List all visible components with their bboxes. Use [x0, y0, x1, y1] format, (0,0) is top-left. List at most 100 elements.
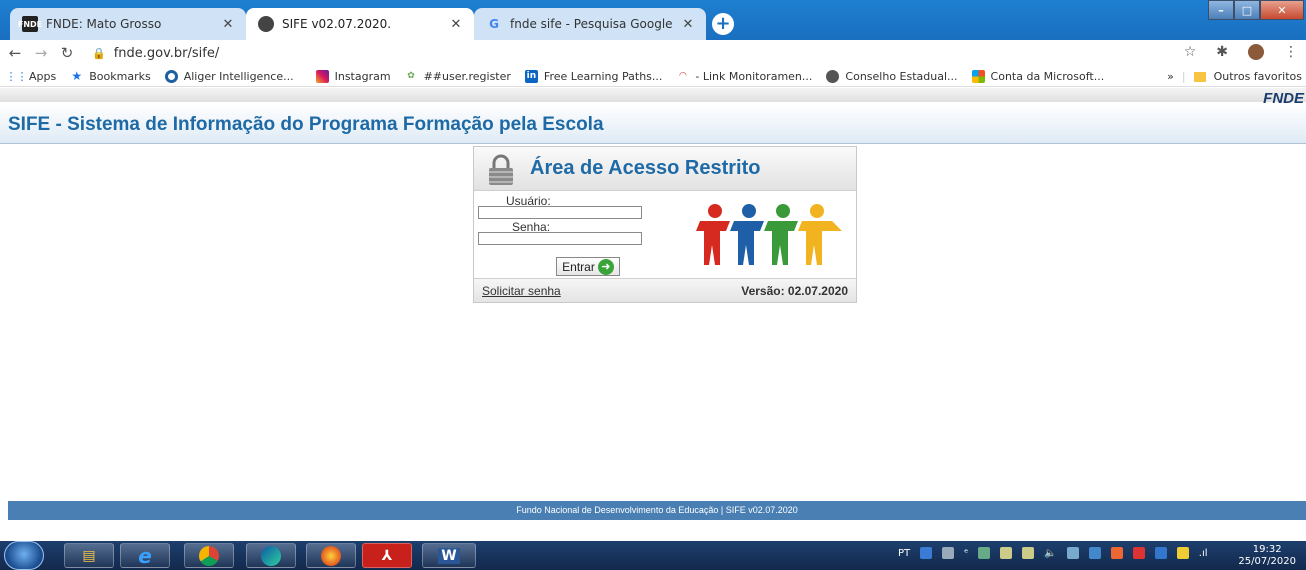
other-bookmarks[interactable]: Outros favoritos [1214, 70, 1302, 83]
globe-icon [826, 69, 840, 83]
avatar[interactable] [1248, 44, 1264, 60]
bookmark-label: - Link Monitoramen... [695, 69, 813, 83]
forward-icon[interactable]: → [30, 44, 52, 62]
fnde-favicon-icon: FNDE [18, 16, 42, 32]
star-icon[interactable]: ☆ [1184, 44, 1197, 60]
person-green-icon [764, 204, 798, 265]
tray-icon[interactable]: ᵉ [964, 548, 968, 559]
volume-icon[interactable]: 🔈 [1044, 548, 1056, 559]
instagram-icon [315, 69, 329, 83]
bookmark-bookmarks[interactable]: ★ Bookmarks [70, 69, 151, 83]
tray-icon[interactable] [1132, 547, 1145, 559]
clock[interactable]: 19:32 25/07/2020 [1238, 544, 1296, 568]
username-input[interactable] [478, 206, 642, 219]
internet-explorer-icon[interactable]: e [120, 543, 170, 568]
version-label: Versão: 02.07.2020 [741, 284, 848, 298]
bookmark-label: Conta da Microsoft... [990, 69, 1105, 83]
apps-grid-icon: ⋮⋮ [5, 69, 28, 83]
more-bookmarks-icon[interactable]: » [1167, 70, 1174, 83]
tray-icon[interactable] [1022, 547, 1035, 559]
arrow-right-icon: ➜ [597, 258, 614, 275]
bookmark-user-register[interactable]: ✿ ##user.register [405, 70, 511, 83]
tray-icon[interactable] [978, 547, 991, 559]
request-password-link[interactable]: Solicitar senha [482, 284, 561, 298]
system-tray: PT ᵉ 🔈 .ıl [898, 547, 1208, 559]
login-footer: Solicitar senha Versão: 02.07.2020 [474, 278, 856, 302]
acrobat-icon[interactable]: ⅄ [362, 543, 412, 568]
address-bar: ← → ↻ 🔒 fnde.gov.br/sife/ ☆ ✱ ⋮ [0, 40, 1306, 66]
close-window-button[interactable]: ✕ [1260, 0, 1304, 20]
login-title: Área de Acesso Restrito [530, 157, 761, 179]
login-panel: Área de Acesso Restrito Usuário: Senha: … [473, 146, 857, 303]
padlock-icon [489, 154, 513, 185]
edge-icon[interactable] [246, 543, 296, 568]
bookmark-aliger[interactable]: Aliger Intelligence... [164, 69, 294, 83]
tab-title: SIFE v02.07.2020. [282, 17, 392, 31]
tray-icon[interactable] [1176, 547, 1189, 559]
bookmark-microsoft[interactable]: Conta da Microsoft... [971, 69, 1105, 83]
chrome-icon[interactable] [184, 543, 234, 568]
close-icon[interactable]: ✕ [220, 17, 236, 32]
language-indicator[interactable]: PT [898, 548, 910, 559]
close-icon[interactable]: ✕ [448, 17, 464, 32]
minimize-button[interactable]: – [1208, 0, 1234, 20]
bookmark-apps[interactable]: ⋮⋮ Apps [5, 69, 57, 83]
maximize-button[interactable]: □ [1234, 0, 1260, 20]
network-icon[interactable]: .ıl [1199, 548, 1208, 559]
login-button[interactable]: Entrar ➜ [556, 257, 620, 276]
tray-icon[interactable] [942, 547, 955, 559]
google-favicon-icon: G [489, 17, 499, 31]
clock-date: 25/07/2020 [1238, 556, 1296, 567]
person-yellow-icon [798, 204, 842, 265]
signal-icon: ◠ [678, 71, 687, 81]
bookmark-linkedin[interactable]: in Free Learning Paths... [524, 69, 663, 83]
menu-icon[interactable]: ⋮ [1284, 44, 1298, 60]
tray-icon[interactable] [920, 547, 933, 559]
people-logo [696, 204, 842, 265]
tab-title: fnde sife - Pesquisa Google [510, 17, 673, 31]
close-icon[interactable]: ✕ [680, 17, 696, 32]
file-explorer-icon[interactable]: ▤ [64, 543, 114, 568]
word-icon[interactable]: W [422, 543, 476, 568]
browser-tab-strip: FNDE FNDE: Mato Grosso ✕ SIFE v02.07.202… [0, 0, 1306, 40]
lock-icon[interactable]: 🔒 [92, 47, 106, 60]
tray-icon[interactable] [1066, 547, 1079, 559]
tray-icon[interactable] [1154, 547, 1167, 559]
bookmark-label: Bookmarks [89, 69, 151, 83]
person-red-icon [696, 204, 730, 265]
tab-sife[interactable]: SIFE v02.07.2020. ✕ [246, 8, 474, 40]
bookmark-label: Free Learning Paths... [543, 69, 663, 83]
tray-icon[interactable] [1110, 547, 1123, 559]
bookmark-label: Instagram [334, 69, 391, 83]
extensions-icon[interactable]: ✱ [1216, 44, 1228, 60]
new-tab-button[interactable]: + [712, 13, 734, 35]
start-button[interactable] [4, 541, 44, 570]
bookmark-label: Conselho Estadual... [845, 69, 958, 83]
clock-time: 19:32 [1252, 544, 1282, 555]
firefox-icon[interactable] [306, 543, 356, 568]
linkedin-icon: in [524, 69, 538, 83]
bookmark-label: Apps [29, 69, 57, 83]
tab-google-search[interactable]: G fnde sife - Pesquisa Google ✕ [474, 8, 706, 40]
window-controls: – □ ✕ [1208, 0, 1304, 20]
aliger-icon [164, 69, 178, 83]
reload-icon[interactable]: ↻ [56, 44, 78, 62]
bookmarks-bar: ⋮⋮ Apps ★ Bookmarks Aliger Intelligence.… [0, 66, 1306, 87]
back-icon[interactable]: ← [4, 44, 26, 62]
login-header: Área de Acesso Restrito [474, 147, 856, 191]
url-field[interactable]: fnde.gov.br/sife/ [114, 46, 220, 61]
tab-title: FNDE: Mato Grosso [46, 17, 162, 31]
bookmark-conselho[interactable]: Conselho Estadual... [826, 69, 958, 83]
password-input[interactable] [478, 232, 642, 245]
chrome-favicon-icon [258, 16, 274, 32]
person-blue-icon [730, 204, 764, 265]
page-title: SIFE - Sistema de Informação do Programa… [8, 114, 604, 135]
windows-taskbar: ▤ e ⅄ W PT ᵉ 🔈 .ıl 19:32 25/07/2020 [0, 541, 1306, 570]
tray-icon[interactable] [1000, 547, 1013, 559]
tray-icon[interactable] [1088, 547, 1101, 559]
bookmark-link-monitoramento[interactable]: ◠ - Link Monitoramen... [676, 70, 812, 83]
bookmark-instagram[interactable]: Instagram [315, 69, 391, 83]
page-footer: Fundo Nacional de Desenvolvimento da Edu… [8, 501, 1306, 520]
tab-fnde-mato-grosso[interactable]: FNDE FNDE: Mato Grosso ✕ [10, 8, 246, 40]
site-header: SIFE - Sistema de Informação do Programa… [0, 104, 1306, 144]
